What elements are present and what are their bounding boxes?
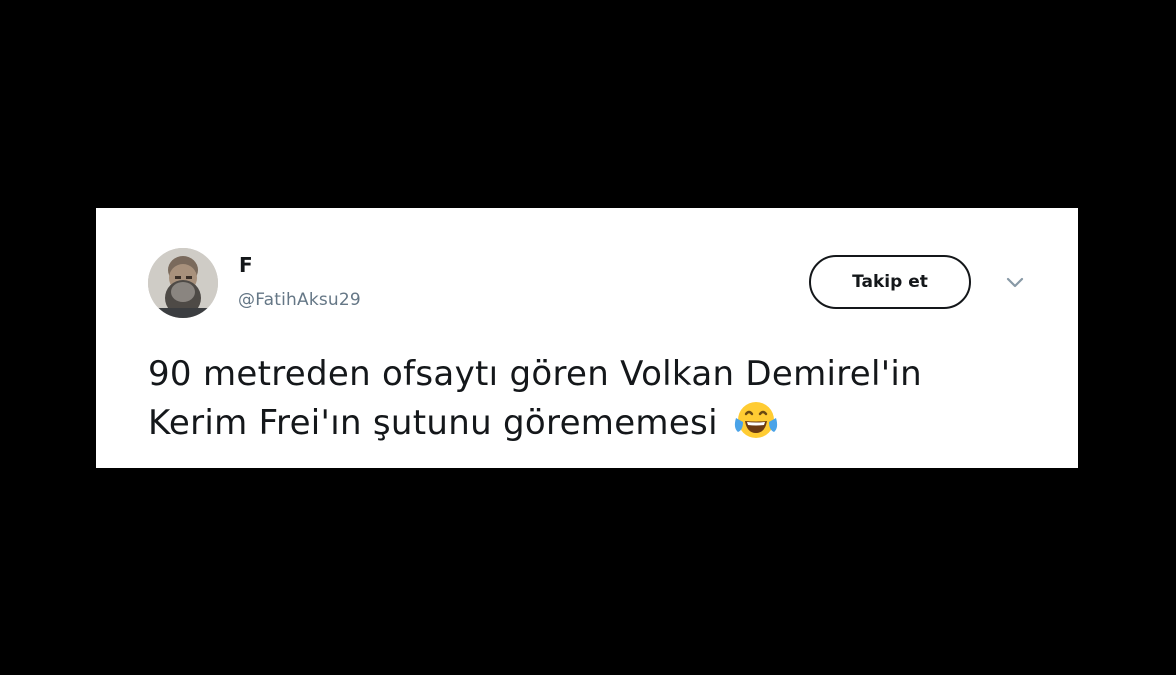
chevron-down-icon[interactable]: [1005, 276, 1025, 290]
user-handle[interactable]: @FatihAksu29: [238, 289, 361, 311]
display-name[interactable]: F: [239, 253, 253, 277]
tweet-text: 90 metreden ofsaytı gören Volkan Demirel…: [148, 350, 1048, 447]
face-with-tears-of-joy-icon: [734, 402, 777, 438]
tweet-text-line-2-content: Kerim Frei'ın şutunu görememesi: [148, 403, 718, 443]
tweet-text-line-1: 90 metreden ofsaytı gören Volkan Demirel…: [148, 354, 923, 394]
follow-button[interactable]: Takip et: [809, 255, 971, 309]
tweet-card: F @FatihAksu29 Takip et 90 metreden ofsa…: [96, 208, 1078, 468]
avatar[interactable]: [148, 248, 218, 318]
avatar-photo: [148, 248, 218, 318]
tweet-text-line-2: Kerim Frei'ın şutunu görememesi: [148, 398, 1048, 447]
screenshot-stage: F @FatihAksu29 Takip et 90 metreden ofsa…: [0, 0, 1176, 675]
